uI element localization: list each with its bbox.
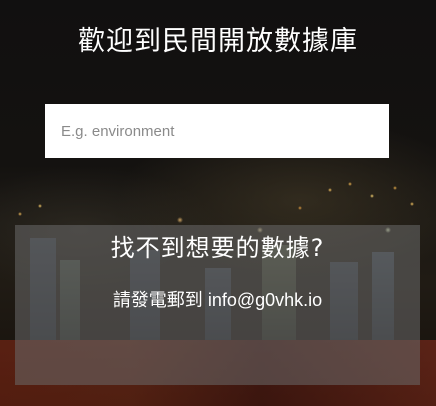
contact-panel: 找不到想要的數據? 請發電郵到 info@g0vhk.io [15, 225, 420, 385]
hero-section: 歡迎到民間開放數據庫 找不到想要的數據? 請發電郵到 info@g0vhk.io [0, 0, 436, 406]
contact-prompt: 請發電郵到 [112, 290, 208, 310]
page-title: 歡迎到民間開放數據庫 [78, 26, 358, 57]
search-input[interactable] [45, 104, 389, 158]
contact-heading: 找不到想要的數據? [110, 234, 325, 262]
contact-line: 請發電郵到 info@g0vhk.io [15, 287, 420, 313]
contact-email-link[interactable]: info@g0vhk.io [208, 290, 322, 310]
